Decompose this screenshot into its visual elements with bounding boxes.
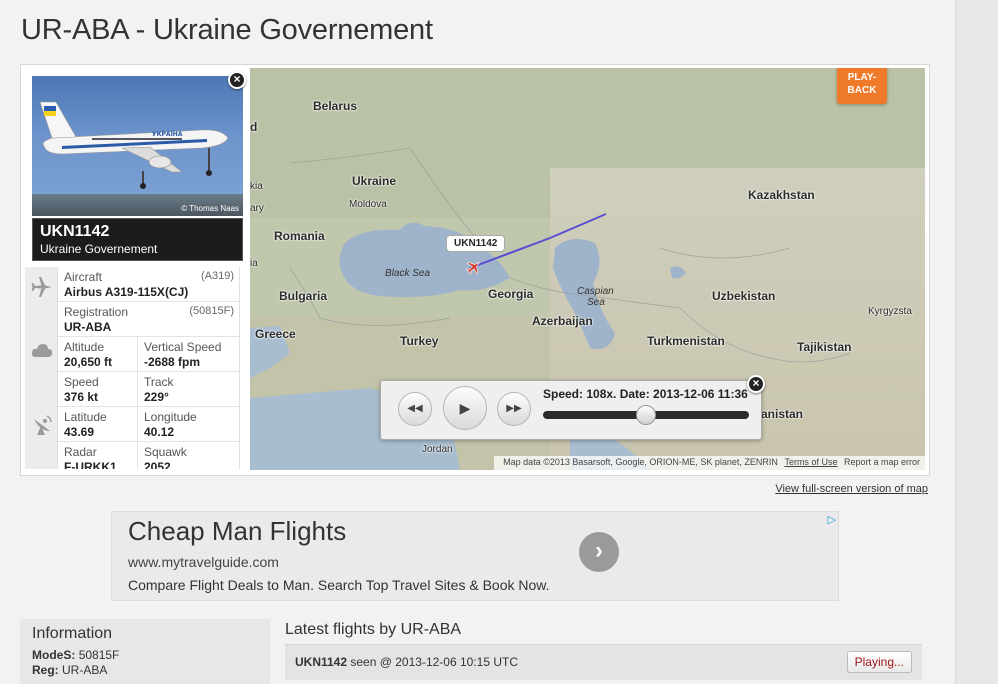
- adchoices-icon[interactable]: ▷: [828, 513, 836, 526]
- aircraft-row: Aircraft Airbus A319-115X(CJ) (A319): [58, 267, 239, 302]
- plane-icon: [31, 277, 52, 297]
- playback-slider-thumb[interactable]: [636, 405, 656, 425]
- map-label-turkmenistan: Turkmenistan: [647, 334, 725, 348]
- map-label-belarus: Belarus: [313, 99, 358, 113]
- aircraft-value: Airbus A319-115X(CJ): [64, 285, 189, 299]
- vertical-speed-value: -2688 fpm: [144, 355, 201, 369]
- altitude-value: 20,650 ft: [64, 355, 113, 369]
- ad-banner[interactable]: Cheap Man Flights www.mytravelguide.com …: [111, 511, 839, 601]
- ad-description: Compare Flight Deals to Man. Search Top …: [128, 577, 550, 593]
- map-attribution: Map data ©2013 Basarsoft, Google, ORION-…: [503, 457, 778, 467]
- map-label-afghanistan: anistan: [761, 407, 804, 421]
- map-label-azerbaijan: Azerbaijan: [532, 314, 593, 328]
- latitude-value: 43.69: [64, 425, 95, 439]
- information-box: Information ModeS: 50815F Reg: UR-ABA: [20, 619, 270, 684]
- playback-label-1: PLAY-: [847, 72, 877, 83]
- latest-flights-title: Latest flights by UR-ABA: [285, 621, 462, 638]
- livery-text: УКРАЇНА: [152, 131, 183, 138]
- speed-value: 376 kt: [64, 390, 99, 404]
- map-terms-link[interactable]: Terms of Use: [784, 457, 837, 467]
- speed-row: Speed 376 kt Track 229°: [58, 372, 239, 407]
- map-label-edge-ia: ia: [250, 258, 258, 269]
- page-right-gutter: [955, 0, 998, 684]
- map-label-kyrgyzstan: Kyrgyzsta: [868, 306, 912, 317]
- modes-row: ModeS: 50815F: [32, 648, 120, 662]
- ad-arrow-icon[interactable]: ›: [579, 532, 619, 572]
- photo-credit: © Thomas Naas: [181, 204, 239, 213]
- playback-slider-track[interactable]: [543, 405, 749, 425]
- info-icon-column: [25, 267, 58, 469]
- reg-row: Reg: UR-ABA: [32, 663, 108, 677]
- latitude-label: Latitude: [64, 410, 107, 424]
- radar-row: Radar F-URKK1 Squawk 2052: [58, 442, 239, 469]
- latest-flight-text: UKN1142 seen @ 2013-12-06 10:15 UTC: [295, 655, 518, 669]
- callsign: UKN1142: [40, 223, 110, 240]
- longitude-label: Longitude: [144, 410, 197, 424]
- vertical-speed-label: Vertical Speed: [144, 340, 222, 354]
- map-label-caspian-sea-2: Sea: [587, 297, 605, 308]
- cloud-icon: [31, 344, 53, 357]
- fast-forward-icon: ▶▶: [506, 403, 522, 414]
- aircraft-info-table: Aircraft Airbus A319-115X(CJ) (A319) Reg…: [25, 267, 240, 469]
- operator-name: Ukraine Governement: [40, 242, 158, 256]
- map-label-ukraine: Ukraine: [352, 174, 397, 188]
- longitude-value: 40.12: [144, 425, 175, 439]
- latest-flight-row: UKN1142 seen @ 2013-12-06 10:15 UTC Play…: [285, 644, 922, 680]
- position-row: Latitude 43.69 Longitude 40.12: [58, 407, 239, 442]
- map-footer: Map data ©2013 Basarsoft, Google, ORION-…: [494, 456, 925, 470]
- aircraft-type-code: (A319): [200, 270, 234, 282]
- map-label-romania: Romania: [274, 229, 325, 243]
- play-button[interactable]: ▶: [443, 386, 487, 430]
- radar-label: Radar: [64, 445, 97, 459]
- playback-label-2: BACK: [847, 85, 877, 96]
- playback-controls: ◀◀ ▶ ▶▶ Speed: 108x. Date: 2013-12-06 11…: [380, 380, 762, 440]
- map-label-caspian-sea: Caspian: [577, 286, 614, 297]
- map-label-tajikistan: Tajikistan: [797, 340, 852, 354]
- squawk-value: 2052: [144, 460, 171, 469]
- ad-url[interactable]: www.mytravelguide.com: [128, 554, 279, 570]
- radar-value: F-URKK1: [64, 460, 117, 469]
- map-report-link[interactable]: Report a map error: [844, 457, 920, 467]
- altitude-label: Altitude: [64, 340, 105, 354]
- map-label-moldova: Moldova: [349, 199, 387, 210]
- squawk-label: Squawk: [144, 445, 187, 459]
- close-controls-icon[interactable]: ×: [747, 375, 765, 393]
- aircraft-photo: УКРАЇНА © Thomas Naas: [32, 76, 243, 216]
- rewind-icon: ◀◀: [407, 403, 423, 414]
- fullscreen-map-link[interactable]: View full-screen version of map: [775, 483, 928, 495]
- information-title: Information: [32, 625, 113, 642]
- page-title: UR-ABA - Ukraine Governement: [21, 14, 433, 46]
- map-label-uzbekistan: Uzbekistan: [712, 289, 776, 303]
- fast-forward-button[interactable]: ▶▶: [497, 392, 531, 426]
- registration-row: Registration UR-ABA (50815F): [58, 302, 239, 337]
- map-label-greece: Greece: [255, 327, 296, 341]
- map-label-black-sea: Black Sea: [385, 268, 431, 279]
- map-label-jordan: Jordan: [422, 444, 453, 455]
- rewind-button[interactable]: ◀◀: [398, 392, 432, 426]
- playback-speed-date: Speed: 108x. Date: 2013-12-06 11:36: [543, 387, 748, 401]
- map-label-bulgaria: Bulgaria: [279, 289, 328, 303]
- ad-title[interactable]: Cheap Man Flights: [128, 516, 346, 547]
- track-value: 229°: [144, 390, 169, 404]
- playback-button[interactable]: PLAY- BACK: [837, 68, 887, 104]
- track-label: Track: [144, 375, 174, 389]
- flight-tag[interactable]: UKN1142: [446, 235, 506, 252]
- map-label-edge-kia: kia: [250, 181, 263, 192]
- play-icon: ▶: [459, 400, 471, 416]
- map-label-edge-d: d: [250, 120, 258, 134]
- map-label-edge-ary: ary: [250, 203, 264, 214]
- altitude-row: Altitude 20,650 ft Vertical Speed -2688 …: [58, 337, 239, 372]
- modes-code: (50815F): [189, 305, 234, 317]
- close-aircraft-panel-icon[interactable]: ×: [228, 71, 246, 89]
- speed-label: Speed: [64, 375, 99, 389]
- map-label-georgia: Georgia: [488, 287, 534, 301]
- flight-map[interactable]: Belarus Ukraine Moldova Romania Bulgaria…: [250, 68, 925, 470]
- playing-button[interactable]: Playing...: [846, 651, 912, 673]
- map-label-turkey: Turkey: [400, 334, 439, 348]
- callsign-box: UKN1142 Ukraine Governement: [32, 218, 243, 261]
- registration-value: UR-ABA: [64, 320, 112, 334]
- map-label-kazakhstan: Kazakhstan: [748, 188, 815, 202]
- radar-dish-icon: [34, 415, 52, 435]
